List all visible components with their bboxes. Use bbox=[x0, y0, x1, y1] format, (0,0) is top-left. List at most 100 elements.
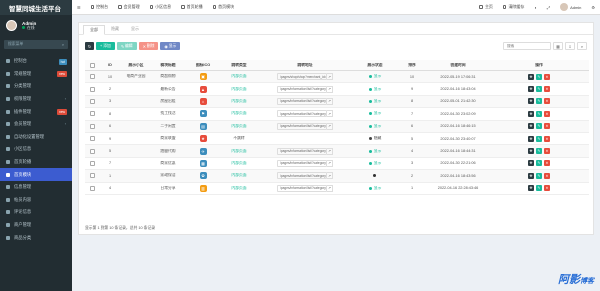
url-field[interactable]: /pages/information/list/?category_id bbox=[277, 159, 327, 167]
column-header[interactable]: 创建时间 bbox=[427, 63, 489, 68]
delete-button[interactable]: ✕ 删除 bbox=[138, 42, 159, 50]
link-icon[interactable]: ↗ bbox=[327, 73, 333, 81]
url-field[interactable]: /pages/information/list/?category_id bbox=[277, 122, 327, 130]
row-checkbox[interactable] bbox=[85, 173, 99, 179]
table-row[interactable]: 4 日常分享 ▥ 内部页面/pages/information/list/?categ… bbox=[85, 183, 589, 195]
module-icon[interactable]: ⌂ bbox=[199, 97, 207, 105]
tab-1[interactable]: 隐藏 bbox=[105, 24, 125, 34]
table-row[interactable]: 6 二手闲置 ▤ 内部页面/pages/information/list/?categ… bbox=[85, 120, 589, 133]
module-icon[interactable]: ⚑ bbox=[199, 110, 207, 118]
top-tab-3[interactable]: 首页轮播 bbox=[176, 0, 208, 15]
select-all-checkbox[interactable] bbox=[85, 62, 99, 68]
edit-row-button[interactable]: ✎ bbox=[536, 185, 542, 192]
row-checkbox[interactable] bbox=[85, 123, 99, 129]
table-row[interactable]: 7 商家优惠 ▦ 内部页面/pages/information/list/?categ… bbox=[85, 158, 589, 171]
column-header[interactable]: 排序 bbox=[397, 63, 427, 68]
module-icon[interactable]: ▤ bbox=[199, 122, 207, 130]
row-checkbox[interactable] bbox=[85, 86, 99, 92]
link-icon[interactable]: ↗ bbox=[327, 97, 333, 105]
sidebar-item-9[interactable]: 首页模块 bbox=[0, 168, 72, 181]
module-icon[interactable]: ▥ bbox=[199, 184, 207, 192]
url-field[interactable]: /pages/information/list/?category_id bbox=[277, 147, 327, 155]
columns-icon[interactable]: ▦ bbox=[553, 42, 563, 50]
delete-row-button[interactable]: ✕ bbox=[544, 185, 550, 192]
sidebar-item-3[interactable]: 权限管理 ‹ bbox=[0, 93, 72, 106]
module-icon[interactable]: ▲ bbox=[199, 85, 207, 93]
column-header[interactable]: 图标ICO bbox=[185, 63, 221, 68]
link-icon[interactable]: ↗ bbox=[327, 184, 333, 192]
row-checkbox[interactable] bbox=[85, 136, 99, 142]
url-field[interactable]: /pages/information/list/?category_id bbox=[277, 172, 327, 180]
table-row[interactable]: 10 电商产业园 商超购物 ▣ 内部页面/pages/shop/shop?merchan… bbox=[85, 71, 589, 84]
module-icon[interactable]: ▦ bbox=[199, 159, 207, 167]
sidebar-item-7[interactable]: 小区信息 bbox=[0, 143, 72, 156]
row-checkbox[interactable] bbox=[85, 148, 99, 154]
edit-row-button[interactable]: ✎ bbox=[536, 98, 542, 105]
edit-row-button[interactable]: ✎ bbox=[536, 86, 542, 93]
sidebar-item-14[interactable]: 商品分类 bbox=[0, 231, 72, 244]
top-right-1[interactable]: 清除缓存 bbox=[498, 0, 530, 15]
drag-handle-icon[interactable]: ✥ bbox=[528, 98, 534, 105]
delete-row-button[interactable]: ✕ bbox=[544, 73, 550, 80]
drag-handle-icon[interactable]: ✥ bbox=[528, 148, 534, 155]
app-logo[interactable]: 智慧同城生活平台 bbox=[0, 0, 72, 15]
row-checkbox[interactable] bbox=[85, 74, 99, 80]
drag-handle-icon[interactable]: ✥ bbox=[528, 110, 534, 117]
column-header[interactable]: 展示状态 bbox=[353, 63, 397, 68]
column-header[interactable]: 模块标题 bbox=[151, 63, 185, 68]
delete-row-button[interactable]: ✕ bbox=[544, 135, 550, 142]
menu-toggle-icon[interactable]: ☰ bbox=[72, 0, 86, 15]
delete-row-button[interactable]: ✕ bbox=[544, 98, 550, 105]
link-icon[interactable]: ↗ bbox=[327, 110, 333, 118]
language-icon[interactable]: ◐ bbox=[529, 0, 541, 15]
top-tab-4[interactable]: 首页模块 bbox=[208, 0, 240, 15]
edit-row-button[interactable]: ✎ bbox=[536, 172, 542, 179]
delete-row-button[interactable]: ✕ bbox=[544, 160, 550, 167]
add-button[interactable]: + 添加 bbox=[96, 42, 115, 50]
sidebar-item-8[interactable]: 首页轮播 bbox=[0, 156, 72, 169]
link-icon[interactable]: ↗ bbox=[327, 85, 333, 93]
delete-row-button[interactable]: ✕ bbox=[544, 148, 550, 155]
sidebar-item-6[interactable]: 自动化设置管理 bbox=[0, 131, 72, 144]
top-tab-1[interactable]: 会员管理 bbox=[113, 0, 145, 15]
url-field[interactable]: /pages/information/list/?category_id bbox=[277, 110, 327, 118]
table-row[interactable]: 8 找工找活 ⚑ 内部页面/pages/information/list/?categ… bbox=[85, 108, 589, 121]
settings-icon[interactable]: ⚙ bbox=[586, 0, 600, 15]
edit-row-button[interactable]: ✎ bbox=[536, 110, 542, 117]
tab-0[interactable]: 全部 bbox=[83, 25, 105, 35]
sidebar-item-2[interactable]: 分类管理 bbox=[0, 80, 72, 93]
table-row[interactable]: 1 家政保洁 ✿ 内部页面/pages/information/list/?categ… bbox=[85, 170, 589, 183]
delete-row-button[interactable]: ✕ bbox=[544, 110, 550, 117]
row-checkbox[interactable] bbox=[85, 111, 99, 117]
url-field[interactable]: /pages/information/list/?category_id bbox=[277, 85, 327, 93]
link-icon[interactable]: ↗ bbox=[327, 172, 333, 180]
export-icon[interactable]: ⇩ bbox=[565, 42, 575, 50]
row-checkbox[interactable] bbox=[85, 185, 99, 191]
module-icon[interactable]: ▣ bbox=[199, 73, 207, 81]
column-header[interactable]: 跳转类型 bbox=[221, 63, 257, 68]
sidebar-item-0[interactable]: 控制台 hot bbox=[0, 55, 72, 68]
column-header[interactable]: ID bbox=[99, 63, 121, 67]
refresh-button[interactable]: ↻ bbox=[85, 42, 94, 50]
sidebar-search-input[interactable]: 搜索菜单 ⌕ bbox=[4, 40, 68, 49]
drag-handle-icon[interactable]: ✥ bbox=[528, 160, 534, 167]
link-icon[interactable]: ↗ bbox=[327, 122, 333, 130]
display-button[interactable]: ◉ 显示 bbox=[160, 42, 181, 50]
sidebar-item-13[interactable]: 商户管理 bbox=[0, 219, 72, 232]
edit-row-button[interactable]: ✎ bbox=[536, 73, 542, 80]
tab-2[interactable]: 显示 bbox=[125, 24, 145, 34]
column-header[interactable]: 跳转地址 bbox=[257, 63, 353, 68]
top-tab-2[interactable]: 小区信息 bbox=[145, 0, 177, 15]
url-field[interactable]: /pages/information/list/?category_id bbox=[277, 184, 327, 192]
top-tab-0[interactable]: 控制台 bbox=[86, 0, 114, 15]
column-header[interactable]: 操作 bbox=[489, 63, 589, 68]
sidebar-item-5[interactable]: 会员管理 ‹ bbox=[0, 118, 72, 131]
drag-handle-icon[interactable]: ✥ bbox=[528, 73, 534, 80]
edit-row-button[interactable]: ✎ bbox=[536, 123, 542, 130]
sidebar-item-11[interactable]: 帖员内容 bbox=[0, 194, 72, 207]
edit-row-button[interactable]: ✎ bbox=[536, 148, 542, 155]
table-row[interactable]: 5 跑腿代购 ✈ 内部页面/pages/information/list/?categ… bbox=[85, 145, 589, 158]
drag-handle-icon[interactable]: ✥ bbox=[528, 123, 534, 130]
drag-handle-icon[interactable]: ✥ bbox=[528, 135, 534, 142]
url-field[interactable]: /pages/information/list/?category_id bbox=[277, 97, 327, 105]
